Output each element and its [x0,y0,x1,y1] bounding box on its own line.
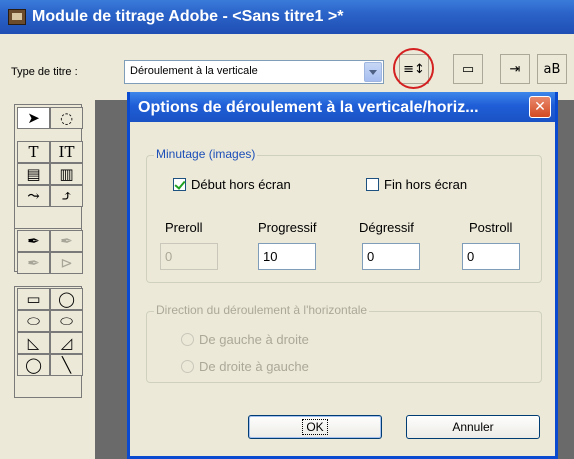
start-offscreen-checkbox[interactable]: Début hors écran [173,177,291,192]
radio-icon [181,333,194,346]
area-type-tool[interactable]: ▤ [17,163,50,185]
arc-icon: ◿ [60,334,73,352]
vertical-path-type-icon: ⤴ [60,187,73,205]
preroll-label: Preroll [165,220,203,235]
ease-out-field[interactable]: 0 [362,243,420,270]
rounded-corner-rect-tool[interactable]: ⬭ [50,310,83,332]
add-anchor-tool[interactable]: ✒ [50,230,83,252]
left-to-right-label: De gauche à droite [199,332,309,347]
type-icon: T [28,143,39,161]
close-icon: ✕ [534,99,546,115]
end-offscreen-checkbox[interactable]: Fin hors écran [366,177,467,192]
rounded-rect-tool[interactable]: ◯ [50,288,83,310]
vertical-area-type-icon: ▥ [59,165,74,183]
path-type-icon: ⤳ [27,187,40,205]
wedge-icon: ◺ [27,334,40,352]
left-to-right-radio[interactable]: De gauche à droite [181,332,309,347]
main-title-bar: Module de titrage Adobe - <Sans titre1 >… [0,0,574,34]
title-type-label: Type de titre : [11,66,78,78]
timing-group-label: Minutage (images) [154,147,258,161]
checkbox-unchecked-icon [366,178,379,191]
ellipse-icon: ◯ [25,356,42,374]
line-icon: ╲ [61,356,72,374]
convert-anchor-icon: ⊳ [60,254,73,272]
ease-in-field[interactable]: 10 [258,243,316,270]
checkbox-checked-icon [173,178,186,191]
rounded-corner-rect-icon: ⬭ [60,312,73,330]
vertical-type-icon: IT [58,143,75,161]
ellipse-tool[interactable]: ◯ [17,354,50,376]
selection-tool[interactable]: ➤ [17,107,50,129]
app-window: Module de titrage Adobe - <Sans titre1 >… [0,0,574,459]
line-tool[interactable]: ╲ [50,354,83,376]
app-icon [8,9,26,25]
pen-tool[interactable]: ✒ [17,230,50,252]
rounded-rect-icon: ◯ [58,290,75,308]
wedge-tool[interactable]: ◺ [17,332,50,354]
window-title: Module de titrage Adobe - <Sans titre1 >… [32,8,344,25]
radio-icon [181,360,194,373]
arc-tool[interactable]: ◿ [50,332,83,354]
cancel-label: Annuler [452,420,494,434]
ok-label: OK [302,419,328,435]
arrow-icon: ➤ [27,109,40,127]
vertical-area-type-tool[interactable]: ▥ [50,163,83,185]
postroll-field[interactable]: 0 [462,243,520,270]
right-to-left-label: De droite à gauche [199,359,309,374]
tab-stops-button[interactable]: ⇥ [500,54,530,84]
type-tool[interactable]: T [17,141,50,163]
tab-stops-icon: ⇥ [509,61,521,77]
ease-in-label: Progressif [258,220,317,235]
area-type-icon: ▤ [26,165,41,183]
preroll-field: 0 [160,243,218,270]
clipped-rect-tool[interactable]: ⬭ [17,310,50,332]
postroll-label: Postroll [469,220,513,235]
template-icon: ▭ [461,61,475,77]
dialog-title-bar[interactable]: Options de déroulement à la verticale/ho… [130,92,555,122]
add-anchor-icon: ✒ [60,232,73,250]
rectangle-tool[interactable]: ▭ [17,288,50,310]
cancel-button[interactable]: Annuler [406,415,540,439]
roll-crawl-options-dialog: Options de déroulement à la verticale/ho… [127,92,558,459]
pen-icon: ✒ [27,232,40,250]
ease-out-label: Dégressif [359,220,414,235]
highlight-circle [393,48,434,89]
close-button[interactable]: ✕ [529,96,551,118]
delete-anchor-icon: ✒ [27,254,40,272]
dialog-title: Options de déroulement à la verticale/ho… [138,99,479,116]
end-offscreen-label: Fin hors écran [384,177,468,192]
convert-anchor-tool[interactable]: ⊳ [50,252,83,274]
clipped-rect-icon: ⬭ [27,312,40,330]
text-style-icon: aB [543,61,561,77]
rectangle-icon: ▭ [26,290,41,308]
vertical-type-tool[interactable]: IT [50,141,83,163]
rotate-icon: ◌ [59,109,74,127]
text-style-button[interactable]: aB [537,54,567,84]
path-type-tool[interactable]: ⤳ [17,185,50,207]
vertical-path-type-tool[interactable]: ⤴ [50,185,83,207]
ok-button[interactable]: OK [248,415,382,439]
title-type-select[interactable]: Déroulement à la verticale [124,60,384,84]
right-to-left-radio[interactable]: De droite à gauche [181,359,309,374]
rotation-tool[interactable]: ◌ [50,107,83,129]
direction-group-label: Direction du déroulement à l'horizontale [154,303,370,317]
start-offscreen-label: Début hors écran [191,177,291,192]
delete-anchor-tool[interactable]: ✒ [17,252,50,274]
chevron-down-icon[interactable] [364,62,382,82]
templates-button[interactable]: ▭ [453,54,483,84]
title-type-value: Déroulement à la verticale [130,65,258,77]
